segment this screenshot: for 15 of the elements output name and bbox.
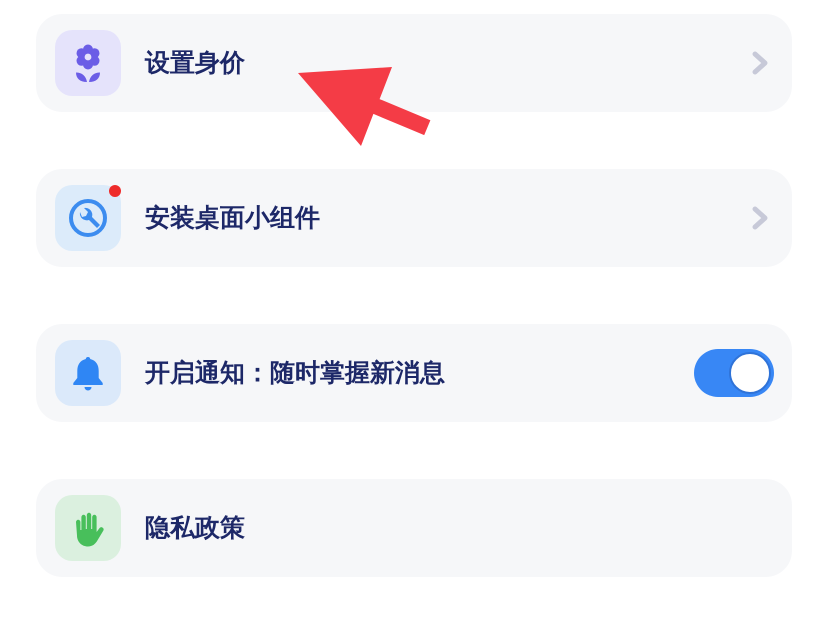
wrench-icon (55, 185, 121, 251)
hand-icon (55, 495, 121, 561)
flower-icon (55, 30, 121, 96)
setting-label: 安装桌面小组件 (145, 202, 321, 234)
settings-card[interactable]: 设置身价 (36, 14, 792, 112)
bell-icon (55, 340, 121, 406)
chevron-right-icon (752, 51, 768, 75)
settings-card[interactable]: 隐私政策 (36, 479, 792, 577)
chevron-right-icon (752, 206, 768, 230)
settings-card[interactable]: 开启通知：随时掌握新消息 (36, 324, 792, 422)
setting-label: 隐私政策 (145, 512, 246, 544)
setting-label: 开启通知：随时掌握新消息 (145, 356, 446, 389)
toggle-switch[interactable] (694, 349, 774, 397)
settings-card[interactable]: 安装桌面小组件 (36, 169, 792, 267)
setting-label: 设置身价 (145, 46, 246, 79)
